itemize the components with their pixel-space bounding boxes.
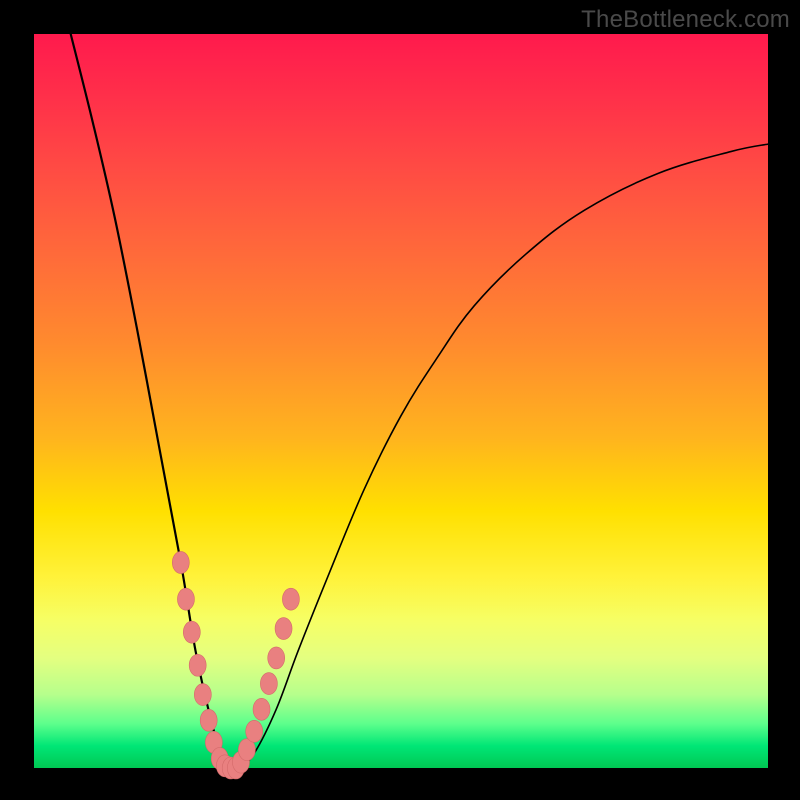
- curve-marker: [200, 709, 217, 731]
- curve-marker: [172, 551, 189, 573]
- curve-left-branch: [71, 34, 232, 768]
- curve-marker: [282, 588, 299, 610]
- curve-marker: [253, 698, 270, 720]
- curve-marker: [183, 621, 200, 643]
- curve-marker: [194, 684, 211, 706]
- curve-marker: [260, 673, 277, 695]
- watermark-text: TheBottleneck.com: [581, 6, 790, 34]
- curve-marker: [275, 618, 292, 640]
- curve-right-branch: [232, 144, 768, 769]
- curve-marker: [177, 588, 194, 610]
- bottleneck-curve: [34, 34, 768, 768]
- curve-marker: [268, 647, 285, 669]
- curve-marker: [246, 720, 263, 742]
- plot-area: [34, 34, 768, 768]
- curve-markers: [172, 551, 299, 779]
- chart-frame: TheBottleneck.com: [0, 0, 800, 800]
- curve-marker: [189, 654, 206, 676]
